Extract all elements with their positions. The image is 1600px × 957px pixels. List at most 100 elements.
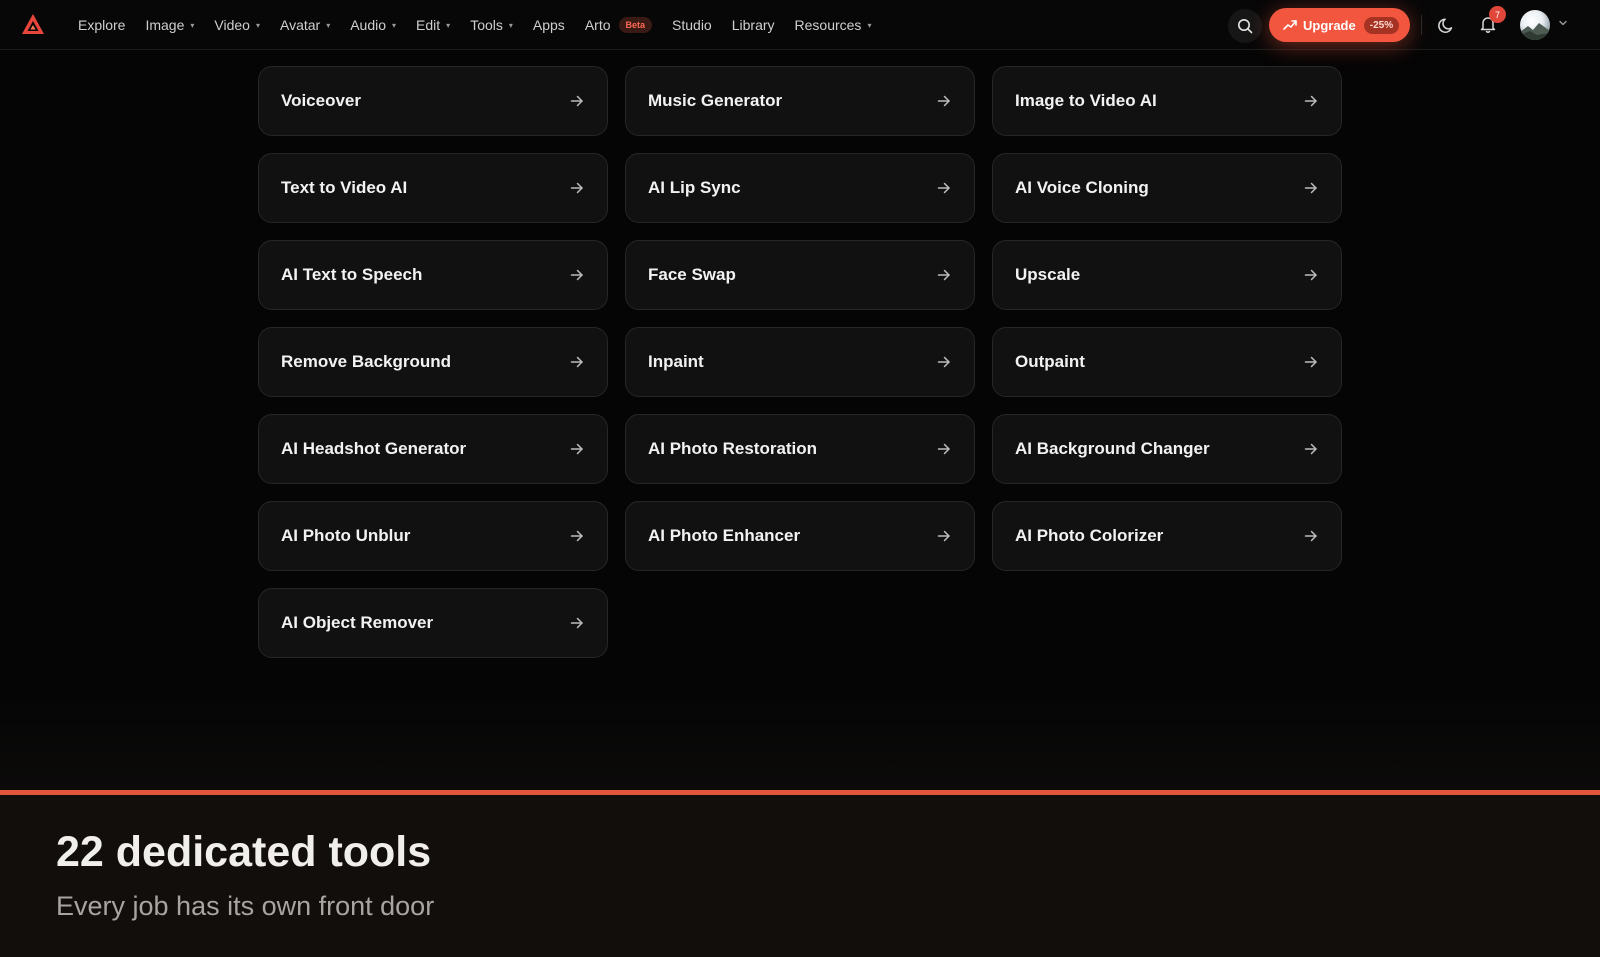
tool-card-label: AI Text to Speech: [281, 265, 423, 284]
nav-item-label: Audio: [350, 17, 387, 33]
tool-card-label: AI Photo Unblur: [281, 526, 411, 545]
search-button[interactable]: [1228, 9, 1262, 43]
tool-card-label: AI Voice Cloning: [1015, 178, 1149, 197]
nav-item-avatar[interactable]: Avatar ▾: [270, 0, 340, 50]
nav-divider: [1421, 15, 1422, 35]
tool-card-label: AI Lip Sync: [648, 178, 741, 197]
notification-badge: 7: [1489, 6, 1506, 23]
arrow-right-icon: [936, 180, 952, 196]
arrow-right-icon: [569, 615, 585, 631]
tool-card-ai-background-changer[interactable]: AI Background Changer: [992, 414, 1342, 484]
tool-card-label: AI Object Remover: [281, 613, 434, 632]
nav-item-resources[interactable]: Resources ▾: [785, 0, 882, 50]
top-navigation-bar: Explore Image ▾ Video ▾ Avatar ▾ Audio ▾ Edit ▾ Too…: [0, 0, 1600, 50]
arrow-right-icon: [1303, 354, 1319, 370]
nav-item-label: Video: [214, 17, 250, 33]
arrow-right-icon: [936, 267, 952, 283]
tool-card-label: Image to Video AI: [1015, 91, 1157, 110]
tool-card-label: Inpaint: [648, 352, 704, 371]
nav-item-audio[interactable]: Audio ▾: [340, 0, 406, 50]
tool-card-ai-photo-unblur[interactable]: AI Photo Unblur: [258, 501, 608, 571]
tool-card-remove-background[interactable]: Remove Background: [258, 327, 608, 397]
tool-card-inpaint[interactable]: Inpaint: [625, 327, 975, 397]
tool-card-label: Outpaint: [1015, 352, 1085, 371]
nav-item-library[interactable]: Library: [722, 0, 785, 50]
caret-down-icon: ▾: [392, 20, 397, 30]
nav-item-label: Edit: [416, 17, 441, 33]
tool-card-label: Music Generator: [648, 91, 783, 110]
caret-down-icon: ▾: [508, 20, 513, 30]
arrow-right-icon: [569, 267, 585, 283]
nav-item-studio[interactable]: Studio: [662, 0, 722, 50]
arrow-right-icon: [936, 528, 952, 544]
nav-item-apps[interactable]: Apps: [523, 0, 575, 50]
tool-card-ai-text-to-speech[interactable]: AI Text to Speech: [258, 240, 608, 310]
tool-card-face-swap[interactable]: Face Swap: [625, 240, 975, 310]
tool-card-text-to-video-ai[interactable]: Text to Video AI: [258, 153, 608, 223]
tool-card-ai-headshot-generator[interactable]: AI Headshot Generator: [258, 414, 608, 484]
tool-card-label: AI Photo Colorizer: [1015, 526, 1164, 545]
nav-item-label: Explore: [78, 17, 126, 33]
tool-card-label: AI Headshot Generator: [281, 439, 467, 458]
chevron-down-icon[interactable]: [1558, 18, 1568, 28]
arrow-right-icon: [569, 93, 585, 109]
moon-icon[interactable]: [1437, 15, 1457, 35]
nav-item-label: Image: [145, 17, 185, 33]
nav-item-tools[interactable]: Tools ▾: [460, 0, 523, 50]
tool-card-image-to-video-ai[interactable]: Image to Video AI: [992, 66, 1342, 136]
arrow-right-icon: [936, 354, 952, 370]
nav-item-label: Library: [731, 17, 775, 33]
upgrade-button[interactable]: Upgrade -25%: [1269, 8, 1410, 42]
section-title: 22 dedicated tools: [56, 828, 432, 876]
nav-item-explore[interactable]: Explore: [68, 0, 135, 50]
caret-down-icon: ▾: [255, 20, 260, 30]
upgrade-label: Upgrade: [1303, 17, 1356, 33]
tools-grid: Voiceover Music Generator Image to Video A…: [258, 66, 1342, 658]
tool-card-label: AI Background Changer: [1015, 439, 1210, 458]
nav-item-label: Arto: [584, 17, 611, 33]
arrow-right-icon: [569, 180, 585, 196]
beta-badge: Beta: [618, 17, 653, 33]
nav-item-label: Studio: [672, 17, 712, 33]
nav-item-label: Avatar: [279, 17, 321, 33]
tool-card-label: Remove Background: [281, 352, 452, 371]
tool-card-ai-lip-sync[interactable]: AI Lip Sync: [625, 153, 975, 223]
tool-card-voiceover[interactable]: Voiceover: [258, 66, 608, 136]
tool-card-label: Face Swap: [648, 265, 736, 284]
discount-badge: -25%: [1363, 16, 1400, 34]
nav-item-label: Resources: [794, 17, 862, 33]
arrow-right-icon: [1303, 180, 1319, 196]
arrow-right-icon: [569, 354, 585, 370]
tool-card-label: Voiceover: [281, 91, 362, 110]
nav-item-arto[interactable]: Arto Beta: [575, 0, 662, 50]
nav-item-label: Apps: [532, 17, 565, 33]
tool-card-label: Text to Video AI: [281, 178, 408, 197]
tool-card-outpaint[interactable]: Outpaint: [992, 327, 1342, 397]
trend-up-icon: [1283, 19, 1297, 31]
tool-card-ai-voice-cloning[interactable]: AI Voice Cloning: [992, 153, 1342, 223]
nav-item-image[interactable]: Image ▾: [135, 0, 204, 50]
logo-icon[interactable]: [21, 13, 45, 35]
nav-item-label: Tools: [470, 17, 503, 33]
tool-card-label: AI Photo Restoration: [648, 439, 818, 458]
caret-down-icon: ▾: [867, 20, 872, 30]
nav-item-video[interactable]: Video ▾: [204, 0, 270, 50]
tool-card-music-generator[interactable]: Music Generator: [625, 66, 975, 136]
main-nav: Explore Image ▾ Video ▾ Avatar ▾ Audio ▾ Edit ▾ Too…: [68, 0, 881, 50]
arrow-right-icon: [936, 441, 952, 457]
arrow-right-icon: [569, 441, 585, 457]
arrow-right-icon: [1303, 441, 1319, 457]
arrow-right-icon: [1303, 267, 1319, 283]
tool-card-ai-photo-colorizer[interactable]: AI Photo Colorizer: [992, 501, 1342, 571]
arrow-right-icon: [936, 93, 952, 109]
avatar[interactable]: [1520, 10, 1550, 40]
tool-card-ai-photo-restoration[interactable]: AI Photo Restoration: [625, 414, 975, 484]
section-fade: [0, 700, 1600, 790]
tool-card-upscale[interactable]: Upscale: [992, 240, 1342, 310]
nav-item-edit[interactable]: Edit ▾: [406, 0, 460, 50]
search-icon: [1238, 19, 1253, 34]
tool-card-ai-photo-enhancer[interactable]: AI Photo Enhancer: [625, 501, 975, 571]
arrow-right-icon: [1303, 93, 1319, 109]
tool-card-ai-object-remover[interactable]: AI Object Remover: [258, 588, 608, 658]
caret-down-icon: ▾: [446, 20, 451, 30]
